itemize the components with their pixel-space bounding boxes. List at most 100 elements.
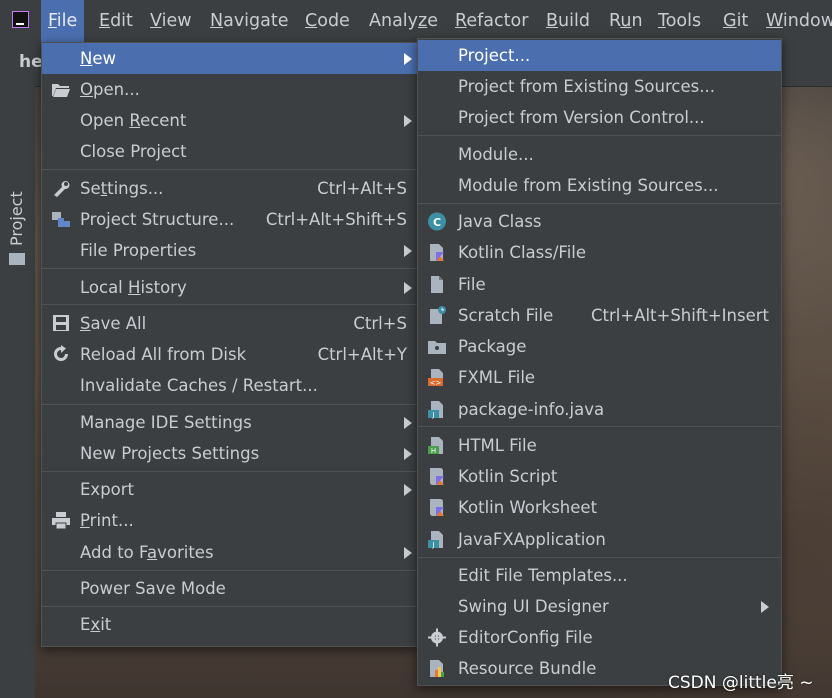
submenu-arrow-icon	[761, 601, 769, 613]
resource-bundle-icon	[430, 660, 444, 677]
submenu-arrow-icon	[404, 115, 412, 127]
kotlin-file-icon	[430, 244, 444, 261]
file-menu-invalidate-caches[interactable]: Invalidate Caches / Restart...	[42, 370, 419, 401]
file-menu-popup: New Open... Open Recent Close Project Se…	[41, 42, 420, 647]
new-menu-package[interactable]: Package	[418, 331, 781, 362]
menu-separator	[42, 404, 419, 405]
file-menu-power-save-mode[interactable]: Power Save Mode	[42, 573, 419, 604]
fxml-file-icon: <>	[428, 369, 443, 387]
file-menu-reload-all[interactable]: Reload All from Disk Ctrl+Alt+Y	[42, 339, 419, 370]
submenu-arrow-icon	[404, 417, 412, 429]
new-menu-kotlin-worksheet[interactable]: Kotlin Worksheet	[418, 492, 781, 523]
package-icon	[428, 341, 446, 354]
tool-window-project-label[interactable]: Project	[7, 191, 26, 246]
file-menu-new[interactable]: New	[42, 43, 419, 74]
svg-text:H: H	[431, 447, 436, 455]
new-menu-swing-ui-designer[interactable]: Swing UI Designer	[418, 591, 781, 622]
kotlin-worksheet-icon	[430, 499, 444, 516]
file-menu-local-history[interactable]: Local History	[42, 272, 419, 303]
menu-separator	[42, 268, 419, 269]
new-menu-project-from-vcs[interactable]: Project from Version Control...	[418, 102, 781, 133]
file-icon	[431, 276, 443, 293]
menu-navigate[interactable]: Navigate	[203, 0, 296, 43]
scratch-file-icon	[430, 306, 446, 324]
svg-text:C: C	[433, 216, 441, 229]
project-structure-icon	[52, 212, 70, 227]
save-icon	[53, 315, 69, 331]
menu-view[interactable]: View	[143, 0, 199, 43]
menu-separator	[418, 426, 781, 427]
new-menu-project[interactable]: Project...	[418, 40, 781, 71]
menu-git[interactable]: Git	[716, 0, 755, 43]
new-menu-module-from-existing[interactable]: Module from Existing Sources...	[418, 170, 781, 201]
menu-file[interactable]: File	[41, 0, 85, 43]
menu-code[interactable]: Code	[298, 0, 357, 43]
file-menu-settings[interactable]: Settings... Ctrl+Alt+S	[42, 173, 419, 204]
new-menu-editorconfig-file[interactable]: EditorConfig File	[418, 622, 781, 653]
submenu-arrow-icon	[404, 448, 412, 460]
new-menu-fxml-file[interactable]: <> FXML File	[418, 362, 781, 393]
submenu-arrow-icon	[404, 484, 412, 496]
html-file-icon: H	[428, 437, 443, 455]
gear-icon	[428, 628, 446, 647]
submenu-arrow-icon	[404, 282, 412, 294]
new-menu-file[interactable]: File	[418, 269, 781, 300]
editor-tab-title[interactable]: he	[19, 52, 43, 72]
menu-separator	[42, 471, 419, 472]
menu-tools[interactable]: Tools	[651, 0, 708, 43]
csdn-watermark: CSDN @little亮 ~	[668, 673, 814, 693]
submenu-arrow-icon	[404, 547, 412, 559]
file-menu-project-structure[interactable]: Project Structure... Ctrl+Alt+Shift+S	[42, 204, 419, 235]
menu-build[interactable]: Build	[539, 0, 597, 43]
file-menu-manage-ide-settings[interactable]: Manage IDE Settings	[42, 407, 419, 438]
wrench-icon	[54, 181, 70, 197]
menu-analyze[interactable]: Analyze	[362, 0, 445, 43]
folder-open-icon	[52, 84, 70, 97]
java-file-icon: J	[428, 401, 443, 419]
new-menu-edit-file-templates[interactable]: Edit File Templates...	[418, 560, 781, 591]
java-class-icon: C	[428, 212, 446, 231]
main-menubar: File Edit View Navigate Code Analyze Ref…	[0, 0, 832, 43]
new-menu-java-class[interactable]: C Java Class	[418, 206, 781, 237]
file-menu-close-project[interactable]: Close Project	[42, 136, 419, 167]
svg-text:J: J	[431, 541, 434, 549]
left-tool-window-strip: Project	[0, 86, 35, 698]
kotlin-script-icon	[430, 468, 444, 485]
file-menu-save-all[interactable]: Save All Ctrl+S	[42, 308, 419, 339]
new-menu-scratch-file[interactable]: Scratch File Ctrl+Alt+Shift+Insert	[418, 300, 781, 331]
menu-separator	[418, 203, 781, 204]
submenu-arrow-icon	[404, 245, 412, 257]
new-menu-javafx-application[interactable]: J JavaFXApplication	[418, 524, 781, 555]
new-menu-package-info[interactable]: J package-info.java	[418, 394, 781, 425]
new-menu-module[interactable]: Module...	[418, 139, 781, 170]
file-menu-file-properties[interactable]: File Properties	[42, 235, 419, 266]
menu-run[interactable]: Run	[602, 0, 650, 43]
file-menu-new-projects-settings[interactable]: New Projects Settings	[42, 438, 419, 469]
menu-separator	[42, 169, 419, 170]
intellij-logo-icon	[12, 11, 29, 28]
new-menu-kotlin-script[interactable]: Kotlin Script	[418, 461, 781, 492]
file-menu-add-to-favorites[interactable]: Add to Favorites	[42, 537, 419, 568]
file-menu-export[interactable]: Export	[42, 474, 419, 505]
new-submenu-popup: Project... Project from Existing Sources…	[417, 38, 782, 686]
menu-window[interactable]: Window	[759, 0, 832, 43]
menu-separator	[42, 304, 419, 305]
file-menu-exit[interactable]: Exit	[42, 609, 419, 640]
reload-icon	[54, 345, 68, 361]
file-menu-open[interactable]: Open...	[42, 74, 419, 105]
new-menu-kotlin-class[interactable]: Kotlin Class/File	[418, 237, 781, 268]
menu-separator	[42, 606, 419, 607]
menu-edit[interactable]: Edit	[92, 0, 140, 43]
new-menu-project-from-existing[interactable]: Project from Existing Sources...	[418, 71, 781, 102]
menu-refactor[interactable]: Refactor	[448, 0, 535, 43]
menu-separator	[418, 135, 781, 136]
svg-text:J: J	[431, 411, 434, 419]
folder-icon	[9, 253, 25, 265]
menu-separator	[42, 570, 419, 571]
file-menu-open-recent[interactable]: Open Recent	[42, 105, 419, 136]
print-icon	[52, 512, 70, 530]
javafx-file-icon: J	[428, 531, 443, 549]
submenu-arrow-icon	[404, 53, 412, 65]
new-menu-html-file[interactable]: H HTML File	[418, 430, 781, 461]
file-menu-print[interactable]: Print...	[42, 505, 419, 536]
